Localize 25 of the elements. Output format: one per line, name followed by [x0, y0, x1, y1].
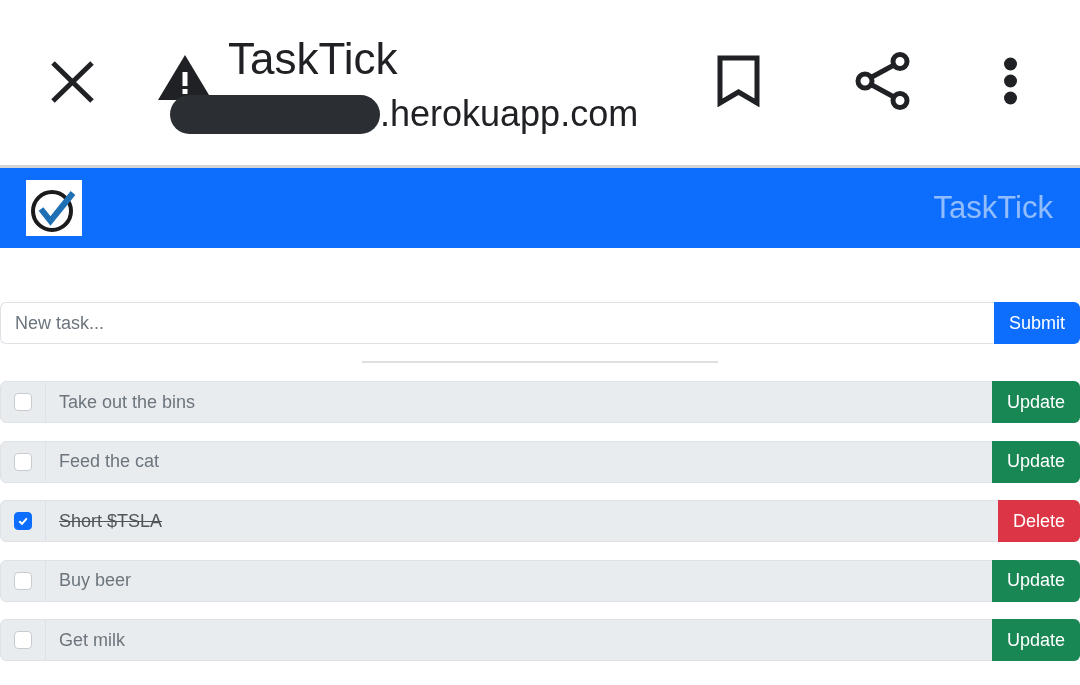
task-checkbox[interactable]	[14, 512, 32, 530]
task-text: Buy beer	[58, 570, 133, 591]
task-text: Take out the bins	[58, 391, 197, 413]
task-text: Short $TSLA	[58, 510, 164, 532]
task-checkbox[interactable]	[14, 393, 32, 411]
close-icon[interactable]	[50, 60, 95, 104]
update-button[interactable]: Update	[991, 440, 1080, 483]
submit-button[interactable]: Submit	[994, 302, 1080, 344]
update-button[interactable]: Update	[991, 381, 1080, 423]
update-button[interactable]: Update	[991, 619, 1080, 661]
task-text: Get milk	[58, 629, 126, 651]
delete-button[interactable]: Delete	[997, 500, 1080, 542]
update-button[interactable]: Update	[991, 559, 1080, 602]
page-title: TaskTick	[228, 34, 398, 84]
menu-icon[interactable]	[1003, 57, 1018, 105]
new-task-input[interactable]: New task...	[0, 302, 994, 344]
task-text: Feed the cat	[58, 451, 161, 472]
task-checkbox[interactable]	[14, 631, 32, 649]
checkmark-icon	[17, 515, 29, 527]
page-url: .herokuapp.com	[380, 93, 639, 135]
brand-name[interactable]: TaskTick	[933, 190, 1053, 226]
task-checkbox[interactable]	[14, 452, 32, 471]
bookmark-icon[interactable]	[717, 55, 760, 107]
task-checkbox[interactable]	[14, 571, 32, 590]
share-icon[interactable]	[855, 52, 910, 110]
